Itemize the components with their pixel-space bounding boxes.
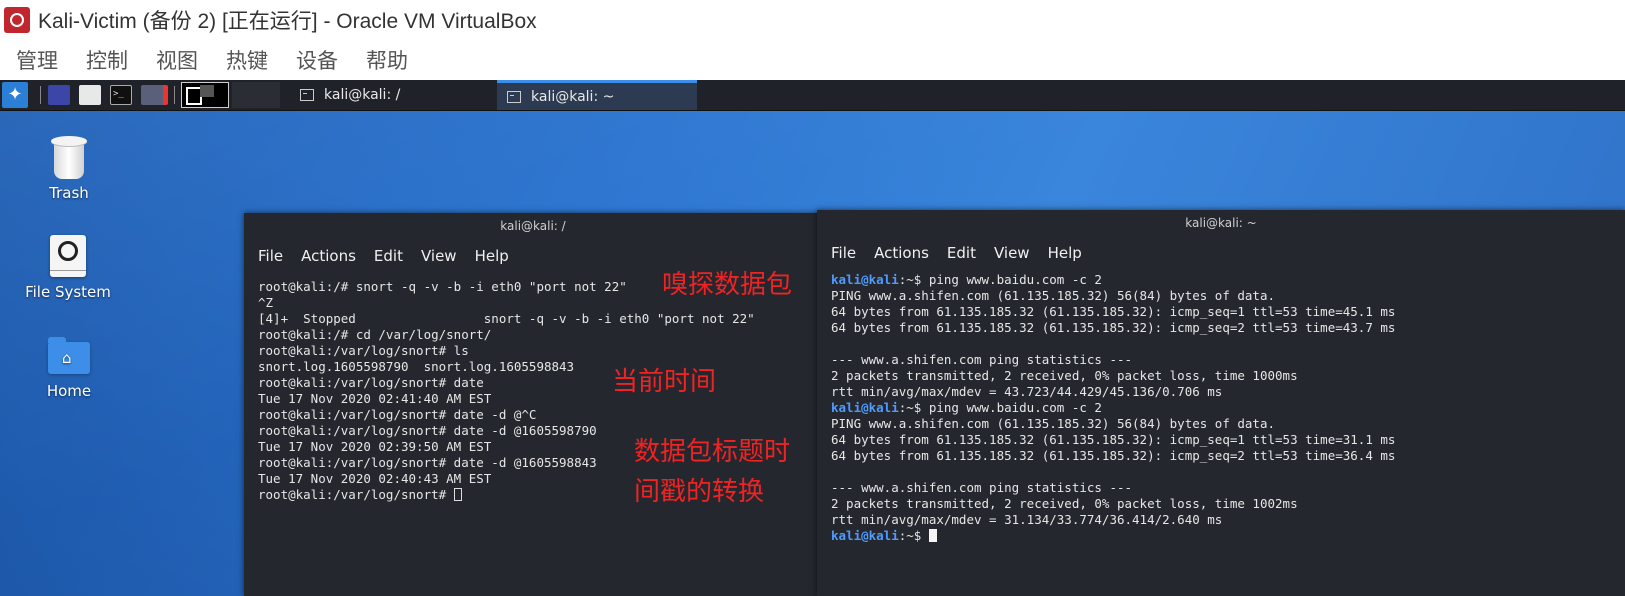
- annotation-sniff-packets: 嗅探数据包: [662, 270, 793, 300]
- menu-actions[interactable]: Actions: [301, 247, 356, 265]
- terminal-line: --- www.a.shifen.com ping statistics ---: [831, 480, 1133, 495]
- terminal-line: Tue 17 Nov 2020 02:41:40 AM EST: [258, 391, 492, 406]
- virtualbox-app-icon: [4, 7, 30, 33]
- show-desktop-icon[interactable]: [48, 85, 70, 105]
- annotation-timestamp-conversion-1: 数据包标题时: [634, 437, 791, 467]
- desktop-icon-label: File System: [25, 283, 111, 301]
- file-manager-icon[interactable]: [79, 85, 101, 105]
- home-folder-icon: ⌂: [48, 337, 90, 374]
- xfce-panel: ✦ kali@kali: / kali@kali: ~: [0, 80, 1625, 111]
- terminal-line: root@kali:/var/log/snort# date -d @^C: [258, 407, 537, 422]
- terminal-window-root[interactable]: kali@kali: / File Actions Edit View Help…: [244, 213, 822, 596]
- terminal-menubar: File Actions Edit View Help: [817, 236, 1625, 270]
- menu-help[interactable]: Help: [1048, 244, 1082, 262]
- menu-edit[interactable]: Edit: [374, 247, 403, 265]
- desktop-icon-home[interactable]: ⌂ Home: [14, 337, 124, 400]
- annotation-current-time: 当前时间: [612, 367, 717, 397]
- terminal-cursor: [453, 488, 462, 501]
- prompt-suffix: :~$: [898, 400, 929, 415]
- desktop-icon-file-system[interactable]: File System: [13, 235, 123, 301]
- terminal-prompt-line: kali@kali:~$: [831, 528, 1611, 544]
- workspace-1[interactable]: [181, 82, 229, 108]
- prompt-suffix: :~$: [898, 272, 929, 287]
- desktop-icon-label: Home: [46, 382, 92, 400]
- menu-view[interactable]: 视图: [156, 45, 198, 75]
- terminal-line: 2 packets transmitted, 2 received, 0% pa…: [831, 496, 1298, 511]
- prompt-user: kali@kali: [831, 400, 899, 415]
- trash-icon: [51, 136, 87, 180]
- taskbar-item-terminal-home[interactable]: kali@kali: ~: [497, 80, 697, 110]
- terminal-line: [4]+ Stopped snort -q -v -b -i eth0 "por…: [258, 311, 755, 326]
- terminal-output[interactable]: root@kali:/# snort -q -v -b -i eth0 "por…: [244, 273, 822, 503]
- terminal-output[interactable]: kali@kali:~$ ping www.baidu.com -c 2 PIN…: [817, 270, 1625, 544]
- terminal-line: root@kali:/var/log/snort# date: [258, 375, 484, 390]
- taskbar-item-label: kali@kali: /: [324, 87, 401, 103]
- menu-manage[interactable]: 管理: [16, 45, 58, 75]
- workspace-2[interactable]: [232, 82, 280, 108]
- taskbar-item-label: kali@kali: ~: [531, 88, 615, 105]
- screen-recorder-icon[interactable]: [141, 85, 168, 105]
- menu-control[interactable]: 控制: [86, 45, 128, 75]
- terminal-line: 64 bytes from 61.135.185.32 (61.135.185.…: [831, 448, 1396, 463]
- terminal-line: snort.log.1605598790 snort.log.160559884…: [258, 359, 575, 374]
- window-title: Kali-Victim (备份 2) [正在运行] - Oracle VM Vi…: [38, 10, 537, 33]
- menu-edit[interactable]: Edit: [947, 244, 976, 262]
- vbox-titlebar: Kali-Victim (备份 2) [正在运行] - Oracle VM Vi…: [0, 0, 1625, 40]
- terminal-window-home[interactable]: kali@kali: ~ File Actions Edit View Help…: [817, 210, 1625, 596]
- terminal-line: --- www.a.shifen.com ping statistics ---: [831, 352, 1133, 367]
- prompt-suffix: :~$: [898, 528, 929, 543]
- terminal-line: rtt min/avg/max/mdev = 43.723/44.429/45.…: [831, 384, 1223, 399]
- command-text: ping www.baidu.com -c 2: [928, 272, 1102, 287]
- terminal-icon: [300, 89, 314, 101]
- menu-help[interactable]: Help: [475, 247, 509, 265]
- menu-file[interactable]: File: [258, 247, 283, 265]
- guest-desktop: ✦ kali@kali: / kali@kali: ~ Trash File S…: [0, 80, 1625, 596]
- desktop-icon-label: Trash: [49, 184, 89, 202]
- terminal-launcher-icon[interactable]: [110, 85, 132, 105]
- annotation-timestamp-conversion-2: 间戳的转换: [634, 477, 765, 507]
- terminal-icon: [507, 90, 521, 103]
- terminal-line: root@kali:/# cd /var/log/snort/: [258, 327, 492, 342]
- terminal-prompt-line: kali@kali:~$ ping www.baidu.com -c 2: [831, 400, 1611, 416]
- menu-file[interactable]: File: [831, 244, 856, 262]
- terminal-prompt: root@kali:/var/log/snort#: [258, 487, 454, 502]
- terminal-line: rtt min/avg/max/mdev = 31.134/33.774/36.…: [831, 512, 1223, 527]
- vbox-menubar: 管理 控制 视图 热键 设备 帮助: [0, 40, 1625, 80]
- terminal-line: 64 bytes from 61.135.185.32 (61.135.185.…: [831, 304, 1396, 319]
- terminal-prompt-line: kali@kali:~$ ping www.baidu.com -c 2: [831, 272, 1611, 288]
- terminal-line: PING www.a.shifen.com (61.135.185.32) 56…: [831, 288, 1276, 303]
- menu-view[interactable]: View: [994, 244, 1030, 262]
- prompt-user: kali@kali: [831, 528, 899, 543]
- menu-view[interactable]: View: [421, 247, 457, 265]
- terminal-title: kali@kali: ~: [1185, 216, 1257, 230]
- terminal-cursor: [928, 529, 937, 542]
- menu-hotkeys[interactable]: 热键: [226, 45, 268, 75]
- drive-icon: [50, 235, 86, 277]
- terminal-line: 64 bytes from 61.135.185.32 (61.135.185.…: [831, 320, 1396, 335]
- terminal-line: 2 packets transmitted, 2 received, 0% pa…: [831, 368, 1298, 383]
- terminal-line: root@kali:/var/log/snort# ls: [258, 343, 469, 358]
- terminal-line: 64 bytes from 61.135.185.32 (61.135.185.…: [831, 432, 1396, 447]
- panel-separator: [174, 86, 175, 104]
- terminal-title: kali@kali: /: [500, 219, 566, 233]
- menu-actions[interactable]: Actions: [874, 244, 929, 262]
- menu-help[interactable]: 帮助: [366, 45, 408, 75]
- terminal-line: PING www.a.shifen.com (61.135.185.32) 56…: [831, 416, 1276, 431]
- panel-separator: [40, 86, 41, 104]
- command-text: ping www.baidu.com -c 2: [928, 400, 1102, 415]
- prompt-user: kali@kali: [831, 272, 899, 287]
- taskbar-item-terminal-root[interactable]: kali@kali: /: [290, 80, 495, 110]
- desktop-icon-trash[interactable]: Trash: [14, 136, 124, 202]
- kali-menu-icon[interactable]: ✦: [2, 82, 28, 108]
- menu-devices[interactable]: 设备: [296, 45, 338, 75]
